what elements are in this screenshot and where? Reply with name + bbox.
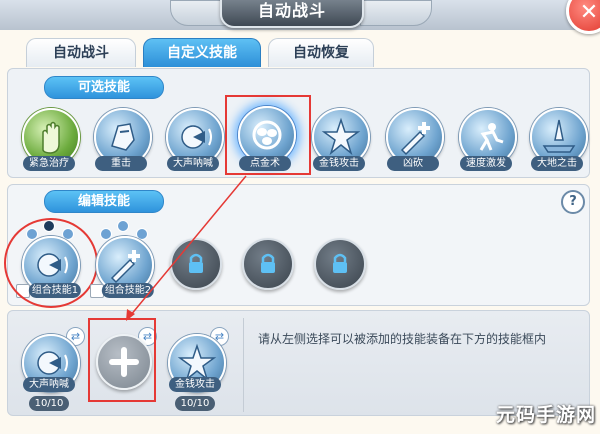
- usage-count: 10/10: [29, 396, 69, 411]
- banner-wing-right: [360, 0, 432, 26]
- close-icon: ✕: [579, 0, 599, 25]
- skill-label: 紧急治疗: [23, 156, 75, 171]
- lock-icon: [261, 253, 275, 273]
- loadout-divider: [243, 318, 244, 412]
- lock-icon: [189, 253, 203, 273]
- tab-auto-recover[interactable]: 自动恢复: [268, 38, 374, 67]
- highlight-box: [225, 95, 311, 175]
- highlight-ring: [4, 218, 98, 308]
- lock-icon: [333, 253, 347, 273]
- locked-slot[interactable]: [314, 238, 366, 290]
- combo-label: 组合技能2: [101, 283, 155, 298]
- usage-count: 10/10: [175, 396, 215, 411]
- window-title: 自动战斗: [220, 0, 364, 28]
- skill-label: 金钱攻击: [313, 156, 365, 171]
- skill-label: 速度激发: [460, 156, 512, 171]
- highlight-box: [88, 318, 156, 402]
- loadout-label: 金钱攻击: [169, 377, 221, 392]
- skill-label: 大声呐喊: [167, 156, 219, 171]
- tab-auto-battle[interactable]: 自动战斗: [26, 38, 136, 67]
- locked-slot[interactable]: [242, 238, 294, 290]
- skill-label: 凶砍: [387, 156, 439, 171]
- watermark: 元码手游网: [496, 404, 597, 426]
- loadout-hint: 请从左侧选择可以被添加的技能装备在下方的技能框内: [258, 332, 547, 346]
- available-skills-header: 可选技能: [44, 76, 164, 99]
- loadout-label: 大声呐喊: [23, 377, 75, 392]
- locked-slot[interactable]: [170, 238, 222, 290]
- skill-label: 大地之击: [531, 156, 583, 171]
- combo-dot: [117, 220, 129, 232]
- tab-custom-skills[interactable]: 自定义技能: [143, 38, 261, 67]
- help-button[interactable]: ?: [561, 190, 585, 214]
- edit-skills-header: 编辑技能: [44, 190, 164, 213]
- skill-label: 重击: [95, 156, 147, 171]
